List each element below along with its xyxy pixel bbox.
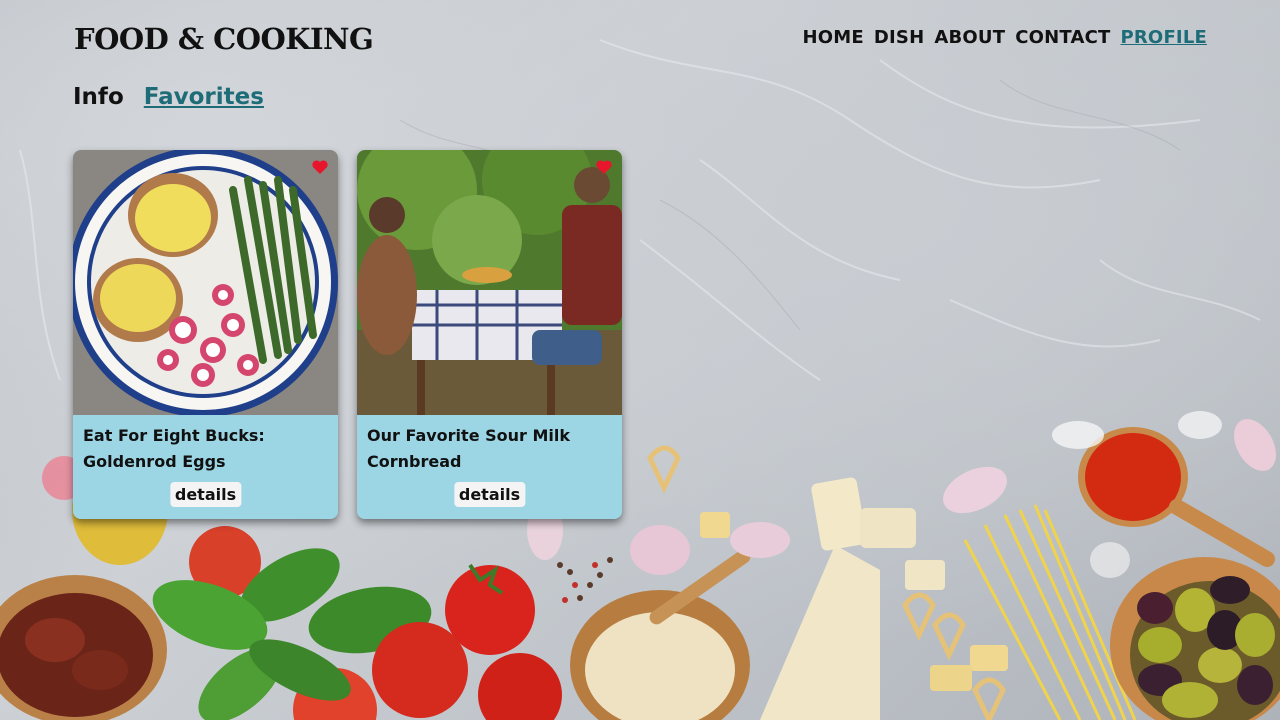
nav-contact[interactable]: CONTACT xyxy=(1015,27,1110,48)
tab-info[interactable]: Info xyxy=(73,84,124,110)
card-info: Eat For Eight Bucks: Goldenrod Eggs deta… xyxy=(73,415,338,519)
favorite-card[interactable]: Our Favorite Sour Milk Cornbread details xyxy=(357,150,622,519)
heart-icon[interactable] xyxy=(312,160,328,174)
recipe-title: Eat For Eight Bucks: Goldenrod Eggs xyxy=(83,426,265,471)
nav-dish[interactable]: DISH xyxy=(874,27,924,48)
nav-profile[interactable]: PROFILE xyxy=(1120,27,1207,48)
heart-icon[interactable] xyxy=(596,160,612,174)
favorite-card[interactable]: Eat For Eight Bucks: Goldenrod Eggs deta… xyxy=(73,150,338,519)
recipe-photo xyxy=(73,150,338,415)
site-logo[interactable]: FOOD & COOKING xyxy=(74,22,374,56)
profile-tabs: Info Favorites xyxy=(73,84,264,110)
main-nav: HOME DISH ABOUT CONTACT PROFILE xyxy=(803,27,1208,48)
card-info: Our Favorite Sour Milk Cornbread details xyxy=(357,415,622,519)
nav-about[interactable]: ABOUT xyxy=(934,27,1005,48)
recipe-title: Our Favorite Sour Milk Cornbread xyxy=(367,426,571,471)
details-button[interactable]: details xyxy=(169,482,242,507)
details-button[interactable]: details xyxy=(453,482,526,507)
nav-home[interactable]: HOME xyxy=(803,27,864,48)
tab-favorites[interactable]: Favorites xyxy=(144,84,264,110)
recipe-photo xyxy=(357,150,622,415)
